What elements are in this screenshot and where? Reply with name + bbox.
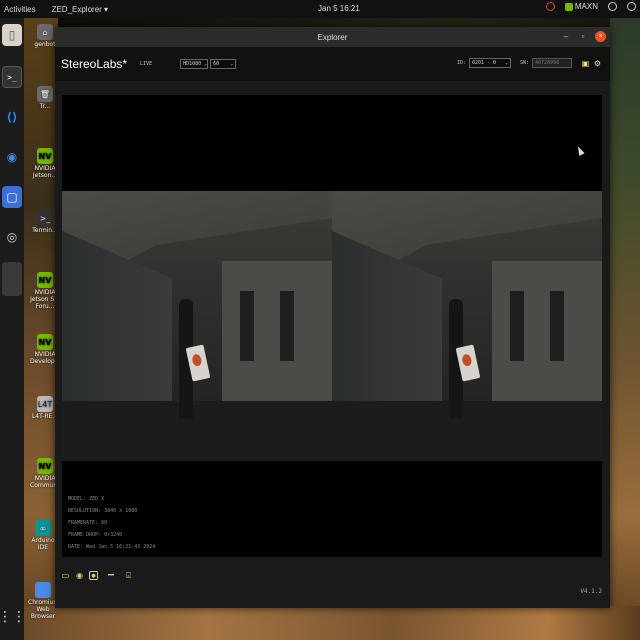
power-icon[interactable] xyxy=(627,2,636,11)
settings-gear-icon[interactable]: ⚙ xyxy=(593,59,602,68)
top-bar: Activities ZED_Explorer ▾ Jan 5 16:21 MA… xyxy=(0,0,640,18)
bottom-toolbar: ▭ ◉ ● ▬▬ ⌻ V4.1.2 xyxy=(55,563,610,608)
explorer-window: Explorer – ▫ × StereoLabs* LIVE HD1080 ⌄… xyxy=(55,27,610,608)
clock[interactable]: Jan 5 16:21 xyxy=(318,4,360,13)
chromium-icon[interactable]: ◉ xyxy=(2,146,22,168)
camera-id-select[interactable]: 0201 - 0 ⌄ xyxy=(468,58,511,68)
show-apps-icon[interactable]: ⋮⋮ xyxy=(0,606,26,628)
power-mode-label: MAXN xyxy=(574,2,598,11)
framerate-info: FRAMERATE: 60 xyxy=(68,520,108,526)
svo-icon[interactable]: ▬▬ xyxy=(103,571,119,580)
power-mode[interactable]: MAXN xyxy=(564,2,598,11)
chevron-down-icon: ⌄ xyxy=(504,60,508,66)
home-icon: ⌂ xyxy=(37,24,53,40)
record-icon[interactable]: ● xyxy=(89,571,98,580)
wallpaper-bottom xyxy=(24,606,640,640)
sn-label: SN: xyxy=(519,60,529,66)
nvidia-icon: NV xyxy=(37,458,53,474)
camera-icon[interactable]: ▣ xyxy=(581,59,590,68)
maximize-icon[interactable]: ▫ xyxy=(578,32,588,41)
nvidia-icon xyxy=(564,2,573,11)
stereolabs-logo: StereoLabs* xyxy=(61,57,128,71)
wallpaper-right xyxy=(610,18,640,640)
explorer-app-icon[interactable] xyxy=(2,262,22,296)
desktop-icon-chromium[interactable]: Chromium Web Browser xyxy=(28,582,59,620)
model-info: MODEL: ZED X xyxy=(68,496,105,502)
obs-icon[interactable]: ◎ xyxy=(2,226,22,248)
camera-info-overlay: MODEL: ZED X RESOLUTION: 3840 x 1080 FRA… xyxy=(68,493,155,553)
close-icon[interactable]: × xyxy=(595,31,606,42)
chevron-down-icon: ⌄ xyxy=(204,61,208,67)
activities-button[interactable]: Activities xyxy=(4,5,36,14)
document-icon: L4T xyxy=(37,396,53,412)
snapshot-icon[interactable]: ⌻ xyxy=(124,571,133,580)
minimize-icon[interactable]: – xyxy=(561,32,571,41)
serial-number-field: 40728998 xyxy=(532,58,572,68)
left-camera-frame xyxy=(62,191,332,461)
version-label: V4.1.2 xyxy=(580,588,602,595)
stream-icon[interactable]: ◉ xyxy=(75,571,84,580)
app-header: StereoLabs* LIVE HD1080 ⌄ 60 ⌄ ID: 0201 … xyxy=(55,47,610,81)
network-icon[interactable] xyxy=(608,2,617,11)
fps-select[interactable]: 60 ⌄ xyxy=(210,59,237,69)
right-camera-frame xyxy=(332,191,602,461)
stereo-view xyxy=(62,191,602,461)
video-viewer[interactable]: MODEL: ZED X RESOLUTION: 3840 x 1080 FRA… xyxy=(62,95,602,557)
resolution-select[interactable]: HD1080 ⌄ xyxy=(180,59,209,69)
chromium-icon xyxy=(35,582,51,598)
window-title: Explorer xyxy=(317,32,348,42)
app-menu[interactable]: ZED_Explorer ▾ xyxy=(52,5,108,14)
window-titlebar[interactable]: Explorer – ▫ × xyxy=(55,27,610,47)
live-mode-label: LIVE xyxy=(140,61,153,67)
trash-icon: 🗑 xyxy=(37,86,53,102)
folder-icon[interactable]: ▭ xyxy=(61,571,70,580)
date-info: DATE: Wed Jan 5 16:21:43 2024 xyxy=(68,544,156,550)
frame-drop-info: FRAME DROP: 0/3240 xyxy=(68,532,123,538)
nvidia-icon: NV xyxy=(37,148,53,164)
screenshot-icon[interactable]: ▢ xyxy=(2,186,22,208)
vscode-icon[interactable]: ⟨⟩ xyxy=(2,106,22,128)
nvidia-icon: NV xyxy=(37,272,53,288)
desktop-icon-arduino[interactable]: ∞ Arduino IDE xyxy=(28,520,58,551)
terminal-icon[interactable]: >_ xyxy=(2,66,22,88)
arduino-icon: ∞ xyxy=(35,520,51,536)
dock: ▯ >_ ⟨⟩ ◉ ▢ ◎ ⋮⋮ xyxy=(0,18,26,640)
id-label: ID: xyxy=(456,60,466,66)
terminal-icon: >_ xyxy=(37,210,53,226)
files-icon[interactable]: ▯ xyxy=(2,24,22,46)
resolution-info: RESOLUTION: 3840 x 1080 xyxy=(68,508,138,514)
status-icon[interactable] xyxy=(545,2,555,11)
system-tray[interactable]: MAXN xyxy=(545,2,636,11)
chevron-down-icon: ⌄ xyxy=(230,61,234,67)
nvidia-icon: NV xyxy=(37,334,53,350)
